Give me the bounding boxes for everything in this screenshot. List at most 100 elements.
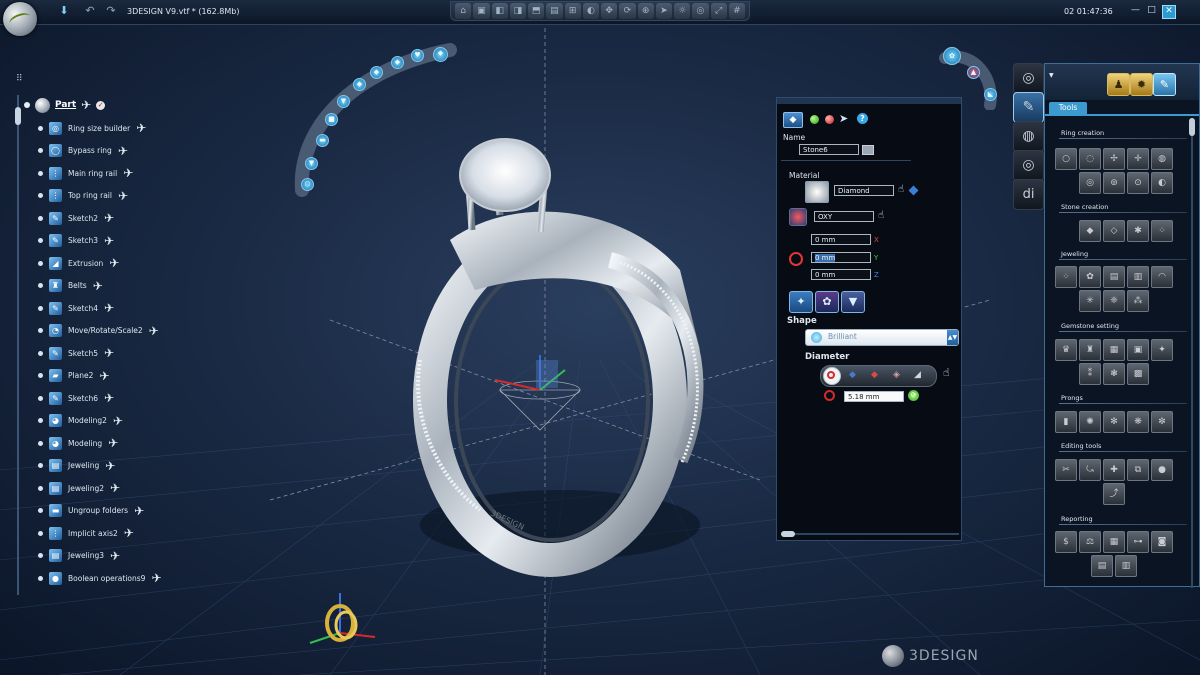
ring-tool-9-icon[interactable]: ◐ — [1151, 172, 1173, 194]
expand-toggle[interactable] — [38, 395, 43, 401]
tree-item[interactable]: ✎ Sketch3 ✈ — [38, 233, 114, 249]
x-field[interactable]: 0 mm — [811, 234, 871, 245]
report-tree-icon[interactable]: ⊶ — [1127, 531, 1149, 553]
stone-tool-icon[interactable]: ◆ — [783, 112, 803, 128]
edit-tool-4-icon[interactable]: ⧉ — [1127, 459, 1149, 481]
stone-tool-1-icon[interactable]: ◆ — [1079, 220, 1101, 242]
stone-tool-2-icon[interactable]: ◇ — [1103, 220, 1125, 242]
expand-toggle[interactable] — [38, 553, 43, 558]
prong-tool-2-icon[interactable]: ✺ — [1079, 411, 1101, 433]
save-icon[interactable]: ⬇ — [57, 4, 71, 18]
trillion-gem-icon[interactable]: ▼ — [337, 95, 350, 108]
setting-tool-1-icon[interactable]: ♛ — [1055, 339, 1077, 361]
pointer-icon[interactable]: ✈ — [104, 347, 114, 359]
plane-field[interactable]: OXY — [814, 211, 874, 222]
tree-item[interactable]: ▬ Ungroup folders ✈ — [38, 503, 144, 519]
tree-root[interactable]: Part ✈ ✓ — [24, 97, 106, 113]
tree-item[interactable]: ● Boolean operations9 ✈ — [38, 570, 162, 586]
view-top-icon[interactable]: ⬒ — [528, 3, 545, 19]
setting-tool-3-icon[interactable]: ▦ — [1103, 339, 1125, 361]
ring-tool-7-icon[interactable]: ⊚ — [1103, 172, 1125, 194]
minimize-icon[interactable]: — — [1130, 5, 1141, 16]
panel-scrollbar[interactable] — [781, 531, 795, 537]
pointer-icon[interactable]: ✈ — [93, 280, 103, 292]
ring-tool-5-icon[interactable]: ◍ — [1151, 148, 1173, 170]
setting-tool-7-icon[interactable]: ❃ — [1103, 363, 1125, 385]
tree-item[interactable]: ⋮ Top ring rail ✈ — [38, 188, 128, 204]
tree-item[interactable]: ◢ Extrusion ✈ — [38, 255, 119, 271]
render-icon[interactable]: ◍ — [1013, 121, 1044, 152]
width-mode-icon[interactable]: ◆ — [849, 370, 856, 380]
expand-toggle[interactable] — [38, 215, 43, 221]
pointer-icon[interactable]: ✈ — [110, 482, 120, 494]
prong-tool-5-icon[interactable]: ✼ — [1151, 411, 1173, 433]
pointer-icon[interactable]: ✈ — [104, 212, 114, 224]
view-cube-icon[interactable]: ▣ — [473, 3, 490, 19]
diameter-pick-icon[interactable]: ☝ — [943, 366, 950, 379]
diameter-mode-icon[interactable] — [823, 367, 841, 385]
stone-cluster-icon[interactable]: ✿ — [943, 47, 961, 65]
jewel-tool-8-icon[interactable]: ⁂ — [1127, 290, 1149, 312]
pointer-icon[interactable]: ✈ — [118, 145, 128, 157]
expand-toggle[interactable] — [38, 418, 43, 423]
shape-select[interactable]: Brilliant ▲▼ — [805, 329, 959, 346]
ratio-mode-icon[interactable]: ◈ — [893, 370, 900, 380]
tools-scrollbar[interactable] — [1189, 118, 1195, 136]
expand-toggle[interactable] — [38, 463, 43, 468]
ring-tool-8-icon[interactable]: ⊙ — [1127, 172, 1149, 194]
pointer-icon[interactable]: ✈ — [118, 190, 128, 202]
refresh-icon[interactable]: ⟳ — [908, 390, 919, 401]
gear-mode-icon[interactable]: ✹ — [1130, 73, 1153, 96]
keyboard-icon[interactable] — [862, 145, 874, 155]
rotate-view-icon[interactable]: ⟳ — [619, 3, 636, 19]
edit-tool-6-icon[interactable]: ⤴ — [1103, 483, 1125, 505]
tree-item[interactable]: ✎ Sketch5 ✈ — [38, 345, 114, 361]
pan-icon[interactable]: ✥ — [601, 3, 618, 19]
report-document-icon[interactable]: ▤ — [1091, 555, 1113, 577]
pointer-icon[interactable]: ✈ — [104, 392, 114, 404]
triangle-gem-icon[interactable]: ▼ — [305, 157, 318, 170]
oval-gem-icon[interactable]: ◆ — [353, 78, 366, 91]
paint-icon[interactable]: ▲ — [967, 66, 980, 79]
undo-icon[interactable]: ↶ — [83, 4, 97, 18]
pointer-icon[interactable]: ✈ — [105, 460, 115, 472]
view-front-icon[interactable]: ◧ — [491, 3, 508, 19]
edit-tool-2-icon[interactable]: ⤿ — [1079, 459, 1101, 481]
report-weight-icon[interactable]: ⚖ — [1079, 531, 1101, 553]
pointer-icon[interactable]: ✈ — [123, 167, 133, 179]
pointer-icon[interactable]: ✈ — [104, 235, 114, 247]
position-target-icon[interactable] — [789, 252, 803, 266]
tree-item[interactable]: ⋮ Implicit axis2 ✈ — [38, 525, 134, 541]
report-table-icon[interactable]: ▦ — [1103, 531, 1125, 553]
expand-toggle[interactable] — [24, 102, 30, 108]
ring-tool-4-icon[interactable]: ✛ — [1127, 148, 1149, 170]
cancel-icon[interactable] — [825, 115, 834, 124]
diameter-field[interactable]: 5.18 mm — [844, 391, 904, 402]
expand-toggle[interactable] — [38, 485, 43, 491]
fit-icon[interactable]: ⤢ — [710, 3, 727, 19]
z-field[interactable]: 0 mm — [811, 269, 871, 280]
expand-toggle[interactable] — [38, 193, 43, 198]
pointer-icon[interactable]: ✈ — [108, 437, 118, 449]
close-icon[interactable]: ✕ — [1162, 5, 1176, 19]
tree-item[interactable]: ▤ Jeweling ✈ — [38, 458, 115, 474]
tree-item[interactable]: ▤ Jeweling2 ✈ — [38, 480, 120, 496]
baguette-gem-icon[interactable]: ▬ — [316, 134, 329, 147]
marquise-gem-icon[interactable]: ◆ — [391, 56, 404, 69]
pointer-icon[interactable]: ✈ — [99, 370, 109, 382]
stone-mode-icon[interactable]: ✦ — [789, 291, 813, 313]
orientation-gizmo[interactable] — [300, 585, 380, 655]
expand-toggle[interactable] — [38, 530, 43, 536]
pointer-icon[interactable]: ✈ — [149, 325, 159, 337]
view-home-icon[interactable]: ⌂ — [455, 3, 472, 19]
light-icon[interactable]: ☼ — [674, 3, 691, 19]
tree-item[interactable]: ✎ Sketch2 ✈ — [38, 210, 114, 226]
di-icon[interactable]: di — [1013, 179, 1044, 210]
tree-item[interactable]: ◕ Modeling ✈ — [38, 435, 118, 451]
setting-tool-4-icon[interactable]: ▣ — [1127, 339, 1149, 361]
square-gem-icon[interactable]: ■ — [325, 113, 338, 126]
app-logo[interactable] — [3, 2, 37, 36]
hexagon-gem-icon[interactable]: ⬡ — [301, 178, 314, 191]
expand-toggle[interactable] — [38, 170, 43, 176]
edit-tool-1-icon[interactable]: ✂ — [1055, 459, 1077, 481]
